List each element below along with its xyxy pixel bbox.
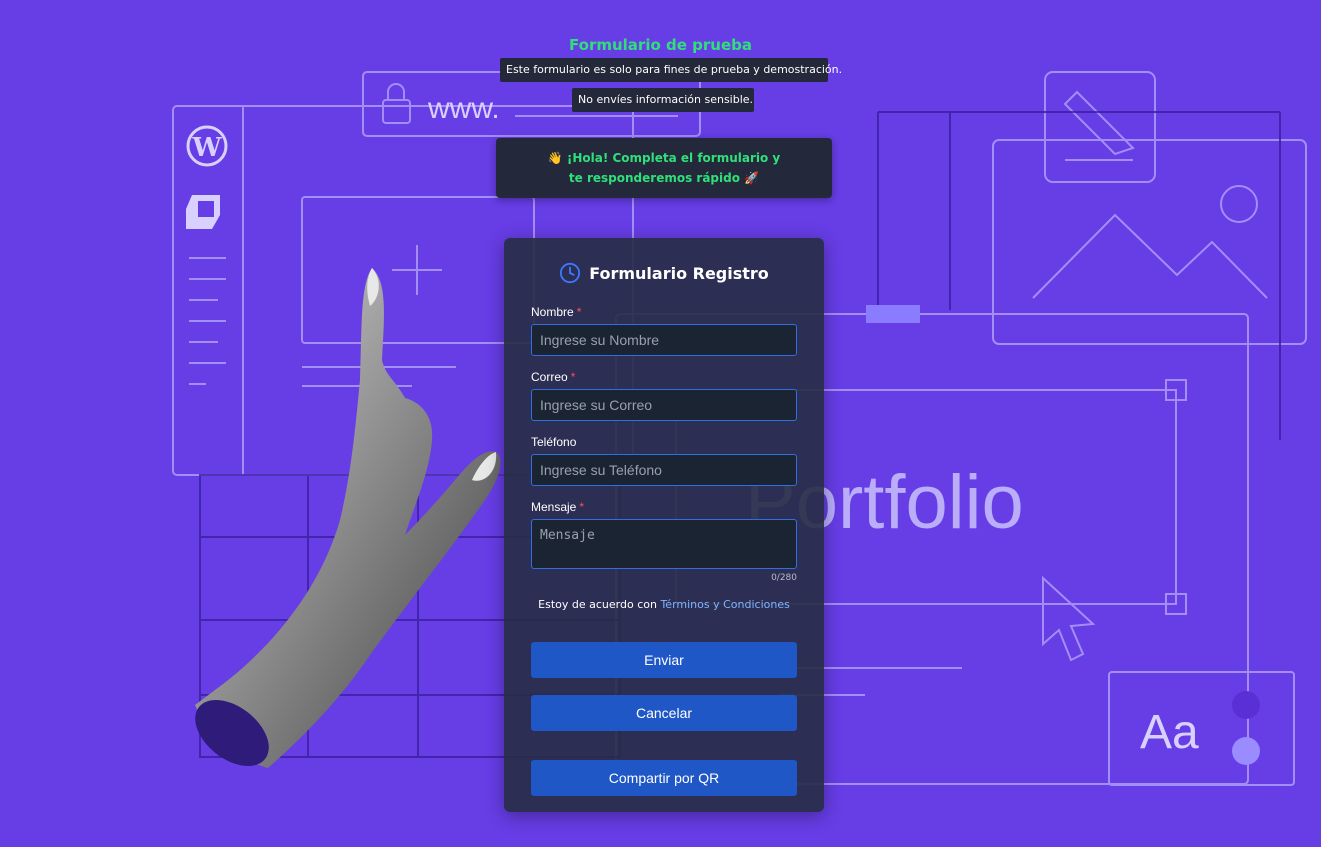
svg-text:W: W [191, 133, 222, 163]
cancel-button[interactable]: Cancelar [531, 695, 797, 731]
phone-label: Teléfono [531, 435, 577, 449]
phone-input[interactable] [531, 454, 797, 486]
greeting-text: 👋 ¡Hola! Completa el formulario y te res… [547, 151, 781, 185]
form-title: Formulario Registro [589, 263, 769, 283]
form-title-row: Formulario Registro [504, 262, 824, 284]
message-label: Mensaje * [531, 500, 584, 514]
email-label: Correo * [531, 370, 575, 384]
bg-font-sample: Aa [1140, 706, 1199, 759]
hostinger-logo-icon [186, 195, 220, 229]
terms-row: Estoy de acuerdo con Términos y Condicio… [504, 598, 824, 611]
submit-button[interactable]: Enviar [531, 642, 797, 678]
terms-link[interactable]: Términos y Condiciones [660, 598, 789, 611]
page-title: Formulario de prueba [569, 36, 752, 54]
registration-form: Formulario Registro Nombre* Correo* Telé… [504, 238, 824, 812]
name-required-mark: * [576, 305, 582, 319]
bg-url-text: www. [427, 92, 500, 125]
message-char-counter: 0/280 [771, 573, 797, 583]
greeting-banner: 👋 ¡Hola! Completa el formulario y te res… [496, 138, 832, 198]
email-required-mark: * [570, 370, 576, 384]
sensitive-info-notice: No envíes información sensible. [572, 88, 754, 112]
message-label-text: Mensaje [531, 500, 577, 514]
message-textarea[interactable] [531, 519, 797, 569]
name-label: Nombre * [531, 305, 581, 319]
name-input[interactable] [531, 324, 797, 356]
share-qr-button[interactable]: Compartir por QR [531, 760, 797, 796]
terms-prefix: Estoy de acuerdo con [538, 598, 657, 611]
test-notice: Este formulario es solo para fines de pr… [500, 58, 842, 82]
clock-icon [560, 262, 581, 284]
name-label-text: Nombre [531, 305, 574, 319]
email-label-text: Correo [531, 370, 568, 384]
message-required-mark: * [579, 500, 585, 514]
email-input[interactable] [531, 389, 797, 421]
